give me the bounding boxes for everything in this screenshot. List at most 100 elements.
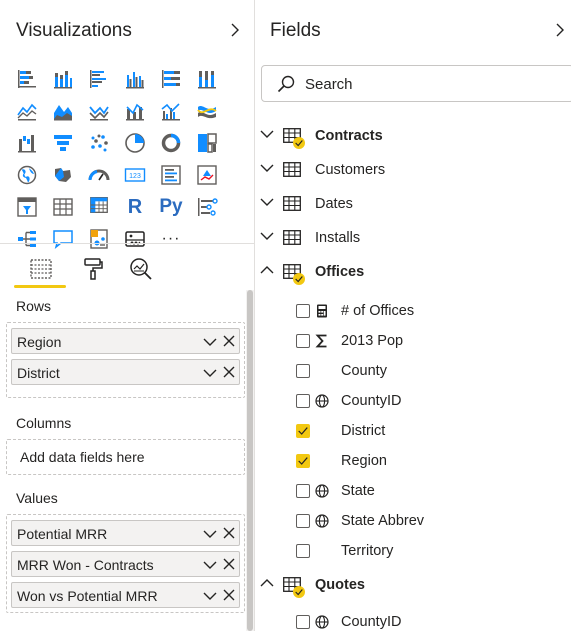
donut-chart-icon[interactable]	[153, 127, 189, 159]
values-label: Values	[16, 490, 58, 506]
field-row-state[interactable]: State	[256, 475, 571, 505]
clustered-bar-chart-icon[interactable]	[81, 63, 117, 95]
python-visual-icon[interactable]: Py	[153, 191, 189, 223]
gauge-icon[interactable]	[81, 159, 117, 191]
table-row-quotes[interactable]: Quotes	[256, 569, 571, 599]
clustered-column-chart-icon[interactable]	[117, 63, 153, 95]
line-and-clustered-column-chart-icon[interactable]	[153, 95, 189, 127]
field-row-territory[interactable]: Territory	[256, 535, 571, 565]
line-chart-icon[interactable]	[9, 95, 45, 127]
multi-row-card-icon[interactable]	[153, 159, 189, 191]
fields-search-input[interactable]	[305, 74, 545, 94]
field-checkbox[interactable]	[296, 334, 310, 348]
field-row-district[interactable]: District	[256, 415, 571, 445]
chevron-up-icon[interactable]	[260, 265, 274, 275]
field-checkbox[interactable]	[296, 514, 310, 528]
line-and-stacked-column-chart-icon[interactable]	[117, 95, 153, 127]
funnel-chart-icon[interactable]	[45, 127, 81, 159]
slicer-icon[interactable]	[9, 191, 45, 223]
remove-field-close-icon[interactable]	[223, 558, 235, 570]
card-icon[interactable]: 123	[117, 159, 153, 191]
table-name: Contracts	[315, 128, 383, 144]
table-visual-icon[interactable]	[45, 191, 81, 223]
fields-tab[interactable]	[16, 251, 66, 287]
field-row-2013-pop[interactable]: 2013 Pop	[256, 325, 571, 355]
remove-field-close-icon[interactable]	[223, 335, 235, 347]
table-row-installs[interactable]: Installs	[256, 222, 571, 252]
fields-title: Fields	[270, 20, 321, 41]
field-checkbox-checked[interactable]	[296, 424, 310, 438]
kpi-icon[interactable]	[189, 159, 225, 191]
selected-fields-badge-icon	[293, 273, 305, 285]
columns-well[interactable]: Add data fields here	[6, 439, 245, 475]
table-row-customers[interactable]: Customers	[256, 154, 571, 184]
values-well[interactable]: Potential MRR MRR Won - Contracts Won vs…	[6, 514, 245, 613]
key-influencers-icon[interactable]	[189, 191, 225, 223]
chevron-down-icon[interactable]	[203, 590, 217, 602]
values-field-pill[interactable]: Potential MRR	[11, 520, 240, 546]
stacked-bar-chart-icon[interactable]	[9, 63, 45, 95]
field-name: Territory	[341, 543, 394, 559]
chevron-up-icon[interactable]	[260, 578, 274, 588]
analytics-tab[interactable]	[116, 251, 166, 287]
stacked-area-chart-icon[interactable]	[81, 95, 117, 127]
gallery-divider	[0, 243, 255, 244]
wells-scrollbar[interactable]	[246, 290, 254, 631]
stacked-column-chart-icon[interactable]	[45, 63, 81, 95]
remove-field-close-icon[interactable]	[223, 366, 235, 378]
table-name: Dates	[315, 196, 353, 212]
field-checkbox[interactable]	[296, 304, 310, 318]
table-row-dates[interactable]: Dates	[256, 188, 571, 218]
format-tab[interactable]	[68, 251, 118, 287]
map-icon[interactable]	[9, 159, 45, 191]
field-row-countyid[interactable]: CountyID	[256, 385, 571, 415]
rows-well[interactable]: Region District	[6, 322, 245, 398]
field-row-county[interactable]: County	[256, 355, 571, 385]
table-row-offices[interactable]: Offices	[256, 256, 571, 286]
treemap-icon[interactable]	[189, 127, 225, 159]
chevron-down-icon[interactable]	[260, 129, 274, 139]
remove-field-close-icon[interactable]	[223, 527, 235, 539]
field-row-of-offices[interactable]: # of Offices	[256, 295, 571, 325]
waterfall-chart-icon[interactable]	[9, 127, 45, 159]
field-name: CountyID	[341, 393, 402, 409]
field-name: State Abbrev	[341, 513, 425, 529]
100-percent-stacked-bar-chart-icon[interactable]	[153, 63, 189, 95]
field-row-region[interactable]: Region	[256, 445, 571, 475]
matrix-visual-icon[interactable]	[81, 191, 117, 223]
chevron-down-icon[interactable]	[260, 231, 274, 241]
collapse-visualizations-chevron-icon[interactable]	[229, 22, 241, 38]
field-checkbox[interactable]	[296, 364, 310, 378]
chevron-down-icon[interactable]	[260, 163, 274, 173]
fields-search-box[interactable]	[261, 65, 571, 102]
rows-field-pill[interactable]: District	[11, 359, 240, 385]
wells-scrollbar-thumb[interactable]	[247, 290, 253, 631]
field-pill-label: Region	[17, 334, 62, 350]
field-checkbox[interactable]	[296, 615, 310, 629]
ribbon-chart-icon[interactable]	[189, 95, 225, 127]
field-row-quotes-countyid[interactable]: CountyID	[256, 606, 571, 631]
field-checkbox[interactable]	[296, 484, 310, 498]
values-field-pill[interactable]: MRR Won - Contracts	[11, 551, 240, 577]
field-checkbox[interactable]	[296, 394, 310, 408]
field-checkbox-checked[interactable]	[296, 454, 310, 468]
values-field-pill[interactable]: Won vs Potential MRR	[11, 582, 240, 608]
chevron-down-icon[interactable]	[203, 559, 217, 571]
chevron-down-icon[interactable]	[203, 528, 217, 540]
chevron-down-icon[interactable]	[203, 367, 217, 379]
100-percent-stacked-column-chart-icon[interactable]	[189, 63, 225, 95]
rows-field-pill[interactable]: Region	[11, 328, 240, 354]
area-chart-icon[interactable]	[45, 95, 81, 127]
chevron-down-icon[interactable]	[260, 197, 274, 207]
remove-field-close-icon[interactable]	[223, 589, 235, 601]
pie-chart-icon[interactable]	[117, 127, 153, 159]
scatter-chart-icon[interactable]	[81, 127, 117, 159]
r-script-visual-icon[interactable]: R	[117, 191, 153, 223]
chevron-down-icon[interactable]	[203, 336, 217, 348]
table-row-contracts[interactable]: Contracts	[256, 120, 571, 150]
field-row-state-abbrev[interactable]: State Abbrev	[256, 505, 571, 535]
collapse-fields-chevron-icon[interactable]	[554, 22, 566, 38]
field-checkbox[interactable]	[296, 544, 310, 558]
filled-map-icon[interactable]	[45, 159, 81, 191]
rows-label: Rows	[16, 298, 52, 314]
